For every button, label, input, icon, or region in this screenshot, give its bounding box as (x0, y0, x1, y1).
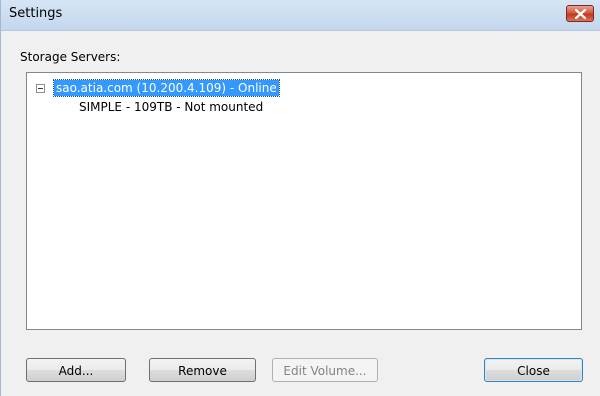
settings-dialog: Settings Storage Servers: sao.atia.com (… (0, 0, 600, 396)
close-window-button[interactable] (566, 5, 594, 22)
window-title: Settings (9, 6, 63, 21)
close-button[interactable]: Close (484, 358, 583, 382)
storage-servers-tree[interactable]: sao.atia.com (10.200.4.109) - Online SIM… (26, 72, 582, 330)
add-button[interactable]: Add... (26, 358, 126, 382)
tree-node-server[interactable]: sao.atia.com (10.200.4.109) - Online (53, 79, 280, 97)
collapse-toggle-icon[interactable] (36, 84, 45, 93)
remove-button[interactable]: Remove (149, 358, 256, 382)
edit-volume-button[interactable]: Edit Volume... (272, 358, 378, 382)
title-bar[interactable]: Settings (1, 0, 600, 31)
tree-node-volume[interactable]: SIMPLE - 109TB - Not mounted (79, 99, 263, 115)
close-x-icon (575, 9, 586, 19)
storage-servers-label: Storage Servers: (20, 50, 121, 64)
